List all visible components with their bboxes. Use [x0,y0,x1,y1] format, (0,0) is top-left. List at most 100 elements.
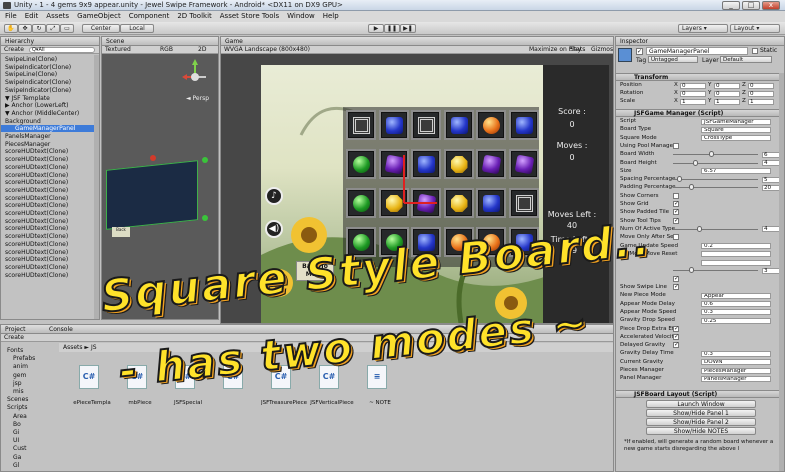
project-folder[interactable]: Gi [13,429,19,436]
hierarchy-item[interactable]: scoreHUDtext(Clone) [5,164,68,171]
slider-knob[interactable] [689,184,694,191]
sound-toggle-icon[interactable]: ◀) [265,220,283,238]
field-number-input[interactable]: 3 [762,267,780,274]
gem-tile[interactable] [346,149,376,179]
transform-y-field[interactable]: 0 [714,82,740,89]
project-folder[interactable]: Cust [13,445,26,452]
shading-dropdown[interactable]: Textured [105,46,131,53]
gem-tile[interactable] [346,188,376,218]
play-button[interactable]: ▶ [368,24,384,33]
console-tab[interactable]: Console [49,325,73,334]
stats-toggle[interactable]: Stats [570,46,585,54]
hierarchy-item[interactable]: scoreHUDtext(Clone) [5,225,68,232]
gem-tile[interactable] [508,149,539,179]
field-checkbox[interactable] [673,234,679,241]
menu-gameobject[interactable]: GameObject [77,12,121,20]
layout-dropdown[interactable]: Layout ▾ [730,24,780,33]
hierarchy-search-input[interactable]: Q▾All [29,47,95,53]
field-checkbox[interactable] [673,200,679,207]
field-slider[interactable] [673,228,758,230]
project-folder[interactable]: anim [13,363,28,370]
field-value-input[interactable]: 0.25 [701,317,771,324]
field-slider[interactable] [673,270,758,272]
menu-2d-toolkit[interactable]: 2D Toolkit [177,12,211,20]
field-value-input[interactable]: 0.3 [701,309,771,316]
maximize-button[interactable]: □ [742,1,760,10]
project-tab[interactable]: Project [5,326,26,333]
board-layout-button[interactable]: Show/Hide NOTES [646,427,756,435]
field-slider[interactable] [673,162,758,164]
gem-tile[interactable] [508,110,539,140]
scene-handle-red-icon[interactable] [150,155,156,161]
game-manager-header[interactable]: JSFGame Manager (Script) [616,109,783,117]
pivot-center-button[interactable]: Center [82,24,120,33]
field-checkbox[interactable] [673,283,679,290]
project-folder[interactable]: gem [13,372,26,379]
scene-handle-green-icon[interactable] [202,157,208,163]
hierarchy-item[interactable]: scoreHUDtext(Clone) [5,195,68,202]
resolution-dropdown[interactable]: WVGA Landscape (800x480) [224,46,310,53]
hierarchy-item[interactable]: GameManagerPanel [1,125,97,133]
field-value-input[interactable]: PanelsManager [701,375,771,382]
slider-knob[interactable] [693,159,698,166]
scene-handle-green-2-icon[interactable] [202,215,208,221]
menu-edit[interactable]: Edit [25,12,39,20]
gem-tile[interactable] [443,188,474,218]
menu-assets[interactable]: Assets [46,12,69,20]
menu-asset-store-tools[interactable]: Asset Store Tools [220,12,279,20]
field-number-input[interactable]: 20 [762,184,780,191]
hierarchy-item[interactable]: SwipeIndicator(Clone) [5,87,71,94]
menu-help[interactable]: Help [323,12,339,20]
gem-tile[interactable] [476,149,506,179]
field-slider[interactable] [673,187,758,189]
field-value-input[interactable]: 6.57 [701,168,771,175]
gem-tile[interactable] [508,188,539,218]
hierarchy-item[interactable]: scoreHUDtext(Clone) [5,156,68,163]
board-layout-header[interactable]: JSFBoard Layout (Script) [616,390,783,398]
field-value-input[interactable]: Square [701,126,771,133]
inspector-tab[interactable]: Inspector [616,37,784,46]
menu-window[interactable]: Window [287,12,315,20]
inspector-scrollbar[interactable] [779,73,784,471]
hierarchy-item[interactable]: SwipeIndicator(Clone) [5,79,71,86]
hierarchy-item[interactable]: SwipeLine(Clone) [5,71,57,78]
transform-x-field[interactable]: 0 [680,82,706,89]
rgb-dropdown[interactable]: RGB [160,46,173,54]
move-tool-icon[interactable]: ✥ [18,24,32,33]
field-number-input[interactable]: 4 [762,160,780,166]
field-value-input[interactable] [701,251,771,258]
hierarchy-item[interactable]: scoreHUDtext(Clone) [5,202,68,209]
project-folder[interactable]: UI [13,437,19,444]
hierarchy-item[interactable]: scoreHUDtext(Clone) [5,179,68,186]
hierarchy-item[interactable]: scoreHUDtext(Clone) [5,187,68,194]
rotate-tool-icon[interactable]: ↻ [32,24,46,33]
field-value-input[interactable]: Appear [701,292,771,299]
gem-tile[interactable] [411,149,441,179]
transform-y-field[interactable]: 1 [714,98,740,105]
field-checkbox[interactable] [673,217,679,224]
project-folder[interactable]: Gl [13,462,19,469]
hierarchy-item[interactable]: PanelsManager [5,133,51,140]
music-toggle-icon[interactable]: ♪ [265,187,283,205]
project-folder[interactable]: Fonts [7,347,23,354]
static-checkbox[interactable] [752,48,758,54]
hierarchy-item[interactable]: ▼ JSF Template [5,95,50,102]
object-name-field[interactable]: GameManagerPanel [646,47,748,55]
gem-tile[interactable] [378,188,409,218]
transform-z-field[interactable]: 0 [748,90,774,97]
hierarchy-item[interactable]: scoreHUDtext(Clone) [5,233,68,240]
project-create-button[interactable]: Create [4,334,24,341]
menu-component[interactable]: Component [129,12,170,20]
field-checkbox[interactable] [673,275,679,282]
pause-button[interactable]: ❚❚ [384,24,400,33]
menu-file[interactable]: File [5,12,17,20]
scale-tool-icon[interactable]: ⤢ [46,24,60,33]
field-slider[interactable] [673,179,758,181]
gem-tile[interactable] [476,110,506,140]
field-slider[interactable] [673,154,758,156]
project-folder[interactable]: jsp [13,380,22,387]
hierarchy-item[interactable]: scoreHUDtext(Clone) [5,218,68,225]
hierarchy-item[interactable]: scoreHUDtext(Clone) [5,241,68,248]
hierarchy-item[interactable]: Background [5,118,41,125]
scene-tab[interactable]: Scene [102,37,218,46]
